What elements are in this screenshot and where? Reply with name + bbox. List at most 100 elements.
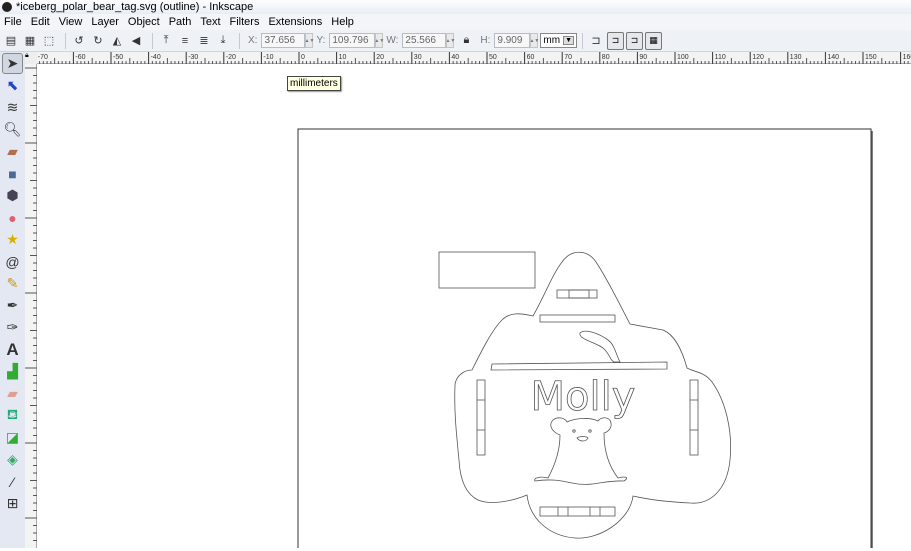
ruler-label: 20 (376, 54, 384, 61)
vertical-ruler[interactable] (25, 64, 37, 548)
ruler-label: 160 (903, 54, 911, 61)
pen-tool-icon[interactable]: ✒ (2, 295, 23, 316)
connector-tool-icon[interactable]: ⊞ (2, 493, 23, 514)
h-input[interactable]: 9.909 (494, 33, 531, 48)
ruler-label: 150 (865, 54, 877, 61)
ruler-label: 70 (564, 54, 572, 61)
menu-extensions[interactable]: Extensions (268, 16, 322, 28)
select-all-icon[interactable]: ▤ (3, 33, 19, 49)
move-gradients-toggle[interactable]: ⊐ (626, 31, 644, 50)
eraser-tool-icon[interactable]: ▰ (2, 383, 23, 404)
menu-path[interactable]: Path (169, 16, 192, 28)
ruler-label: -50 (113, 54, 123, 61)
menu-help[interactable]: Help (331, 16, 354, 28)
horizontal-ruler[interactable]: -70 -60 -50 -40 -30 -20 -10 0 10 20 30 40 50 60 70 80 90… (35, 52, 911, 64)
menu-file[interactable]: File (4, 16, 22, 28)
ruler-label: 50 (489, 54, 497, 61)
canvas[interactable]: Molly (37, 65, 911, 548)
ruler-label: 40 (451, 54, 459, 61)
lower-to-bottom-icon[interactable]: ⤓ (215, 33, 231, 49)
ellipse-tool-icon[interactable]: ● (2, 207, 23, 228)
ruler-label: -70 (38, 54, 48, 61)
selector-tool-icon[interactable]: ➤ (2, 53, 23, 74)
menu-layer[interactable]: Layer (91, 16, 119, 28)
move-patterns-toggle[interactable]: ▦ (645, 31, 663, 50)
node-tool-icon[interactable]: ⬉ (2, 75, 23, 96)
menu-view[interactable]: View (59, 16, 83, 28)
ruler-label: -30 (188, 54, 198, 61)
toolbox: ➤ ⬉ ≋ 🔍︎ ▰ ■ ⬢ ● ★ @ ✎ ✒ ✑ A ▟ ▰ ⛾ ◪ ◈ ⁄… (0, 52, 25, 548)
inkscape-icon (2, 2, 12, 12)
menu-filters[interactable]: Filters (230, 16, 260, 28)
select-all-layers-icon[interactable]: ▦ (22, 33, 38, 49)
pencil-tool-icon[interactable]: ✎ (2, 273, 23, 294)
scale-stroke-icon[interactable]: ⊐ (588, 33, 604, 49)
divider (582, 32, 584, 49)
scale-corners-toggle[interactable]: ⊐ (607, 31, 625, 50)
rectangle-tool-icon[interactable]: ■ (2, 163, 23, 184)
divider (239, 32, 240, 49)
ruler-label: 120 (752, 54, 764, 61)
ruler-label: -60 (75, 54, 85, 61)
ruler-label: 0 (301, 54, 305, 61)
dropper-tool-icon[interactable]: ⁄ (2, 471, 23, 492)
x-input[interactable]: 37.656 (261, 33, 306, 48)
tool-controls-bar: ▤ ▦ ⬚ ↺ ↻ ◭ ◀ ⤒ ≡ ≣ ⤓ X: 37.656 ▲▼ Y: 10… (0, 30, 911, 52)
w-spinner[interactable]: ▲▼ (445, 33, 455, 48)
lock-icon[interactable]: 🔒︎ (458, 33, 474, 49)
spray-tool-icon[interactable]: ▟ (2, 361, 23, 382)
molly-text: Molly (531, 374, 636, 420)
ruler-label: -20 (226, 54, 236, 61)
rotate-ccw-icon[interactable]: ↺ (71, 33, 87, 49)
divider (65, 32, 66, 49)
zoom-tool-icon[interactable]: 🔍︎ (2, 119, 23, 140)
text-tool-icon[interactable]: A (2, 339, 23, 360)
x-label: X: (248, 35, 258, 46)
paint-bucket-tool-icon[interactable]: ⛾ (2, 405, 23, 426)
spiral-tool-icon[interactable]: @ (2, 251, 23, 272)
w-label: W: (386, 35, 399, 46)
menu-bar: File Edit View Layer Object Path Text Fi… (0, 14, 911, 30)
ruler-label: 100 (677, 54, 689, 61)
menu-object[interactable]: Object (128, 16, 160, 28)
guide-lock-icon[interactable]: 🔒︎ (25, 52, 37, 64)
ruler-label: 110 (715, 54, 726, 61)
ruler-label: 30 (414, 54, 422, 61)
units-tooltip: millimeters (287, 76, 341, 91)
rotate-cw-icon[interactable]: ↻ (90, 33, 106, 49)
ruler-label: -40 (151, 54, 161, 61)
drawing: Molly (297, 128, 873, 548)
gradient-tool-icon[interactable]: ◪ (2, 427, 23, 448)
calligraphy-tool-icon[interactable]: ✑ (2, 317, 23, 338)
h-spinner[interactable]: ▲▼ (529, 33, 539, 48)
window-title: *iceberg_polar_bear_tag.svg (outline) - … (16, 1, 254, 13)
ruler-label: 60 (527, 54, 535, 61)
ruler-label: 10 (339, 54, 347, 61)
ruler-label: 80 (602, 54, 610, 61)
ruler-label: 130 (790, 54, 802, 61)
lower-icon[interactable]: ≣ (196, 33, 212, 49)
chevron-down-icon: ▼ (563, 36, 575, 45)
flip-vertical-icon[interactable]: ◀ (128, 33, 144, 49)
x-spinner[interactable]: ▲▼ (305, 33, 314, 48)
h-label: H: (480, 35, 491, 46)
raise-to-top-icon[interactable]: ⤒ (158, 33, 174, 49)
w-input[interactable]: 25.566 (402, 33, 447, 48)
measure-tool-icon[interactable]: ▰ (2, 141, 23, 162)
ruler-label: -10 (263, 54, 273, 61)
menu-edit[interactable]: Edit (31, 16, 50, 28)
unit-select[interactable]: mm ▼ (540, 33, 578, 48)
deselect-icon[interactable]: ⬚ (41, 33, 57, 49)
3d-box-tool-icon[interactable]: ⬢ (2, 185, 23, 206)
mesh-tool-icon[interactable]: ◈ (2, 449, 23, 470)
star-tool-icon[interactable]: ★ (2, 229, 23, 250)
flip-horizontal-icon[interactable]: ◭ (109, 33, 125, 49)
menu-text[interactable]: Text (200, 16, 220, 28)
tweak-tool-icon[interactable]: ≋ (2, 97, 23, 118)
title-bar: *iceberg_polar_bear_tag.svg (outline) - … (0, 0, 911, 14)
y-spinner[interactable]: ▲▼ (374, 33, 384, 48)
raise-icon[interactable]: ≡ (177, 33, 193, 49)
y-input[interactable]: 109.796 (329, 33, 376, 48)
divider (152, 32, 153, 49)
unit-value: mm (543, 35, 561, 46)
